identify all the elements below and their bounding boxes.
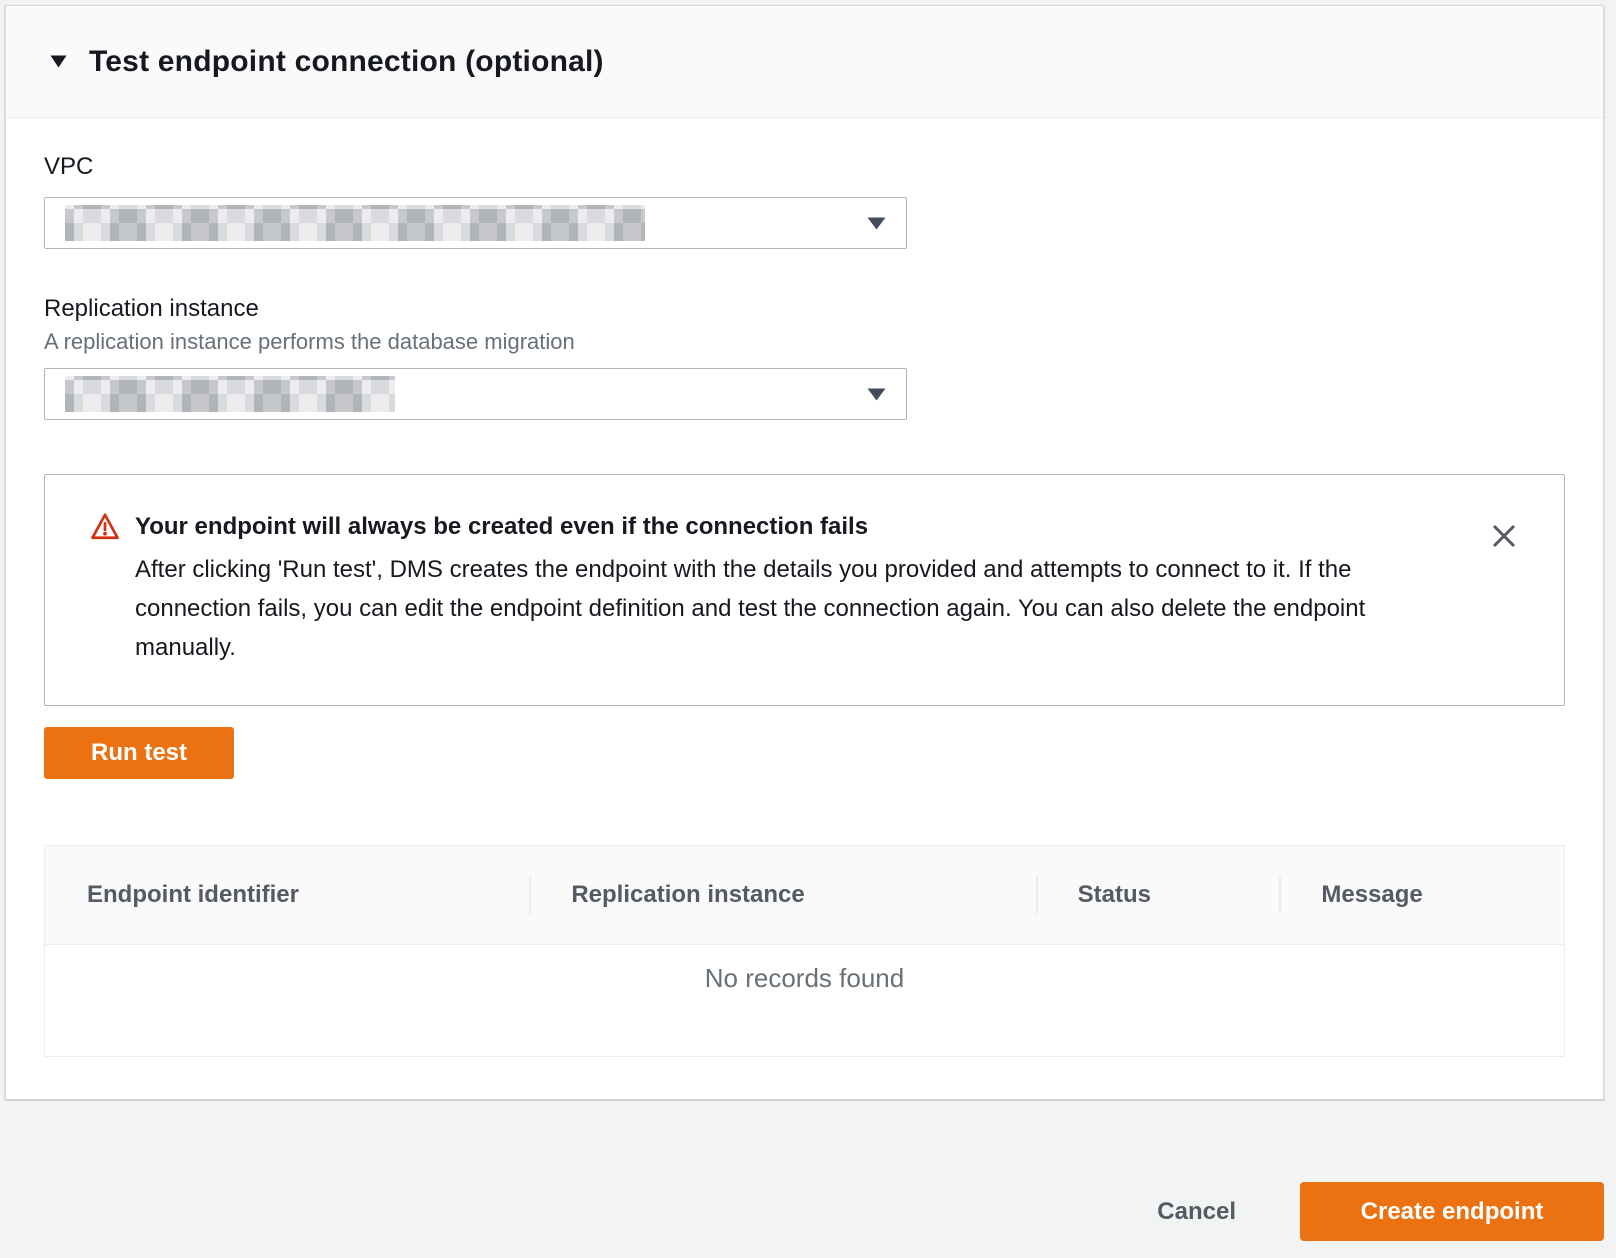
section-content: VPC Replication instance A replication i… — [6, 153, 1603, 1057]
dropdown-arrow-icon — [867, 388, 886, 401]
replication-instance-select[interactable] — [44, 368, 907, 420]
replication-instance-description: A replication instance performs the data… — [44, 329, 1565, 355]
section-header-test-endpoint-connection[interactable]: Test endpoint connection (optional) — [6, 6, 1603, 118]
column-header-endpoint-identifier: Endpoint identifier — [45, 846, 529, 944]
cancel-button[interactable]: Cancel — [1157, 1198, 1236, 1226]
dropdown-arrow-icon — [867, 217, 886, 230]
close-icon[interactable] — [1490, 522, 1518, 550]
form-footer: Cancel Create endpoint — [0, 1101, 1616, 1258]
replication-instance-label: Replication instance — [44, 295, 1565, 323]
warning-banner: Your endpoint will always be created eve… — [44, 474, 1565, 706]
replication-instance-redacted-value — [65, 376, 395, 412]
column-header-replication-instance: Replication instance — [529, 846, 1035, 944]
create-endpoint-button[interactable]: Create endpoint — [1300, 1182, 1604, 1241]
vpc-select[interactable] — [44, 197, 907, 249]
test-endpoint-connection-panel: Test endpoint connection (optional) VPC … — [5, 5, 1604, 1100]
column-header-status: Status — [1036, 846, 1280, 944]
column-header-message: Message — [1279, 846, 1564, 944]
section-title: Test endpoint connection (optional) — [89, 45, 604, 79]
vpc-label: VPC — [44, 153, 1565, 181]
vpc-redacted-value — [65, 205, 645, 241]
table-empty-state: No records found — [45, 945, 1564, 1056]
warning-icon — [90, 512, 120, 667]
table-header-row: Endpoint identifier Replication instance… — [45, 846, 1564, 945]
run-test-button[interactable]: Run test — [44, 727, 234, 779]
connection-results-table: Endpoint identifier Replication instance… — [44, 845, 1565, 1057]
collapse-triangle-icon — [50, 55, 67, 68]
warning-title: Your endpoint will always be created eve… — [135, 507, 1440, 546]
empty-message: No records found — [705, 963, 904, 993]
warning-body: After clicking 'Run test', DMS creates t… — [135, 550, 1440, 667]
